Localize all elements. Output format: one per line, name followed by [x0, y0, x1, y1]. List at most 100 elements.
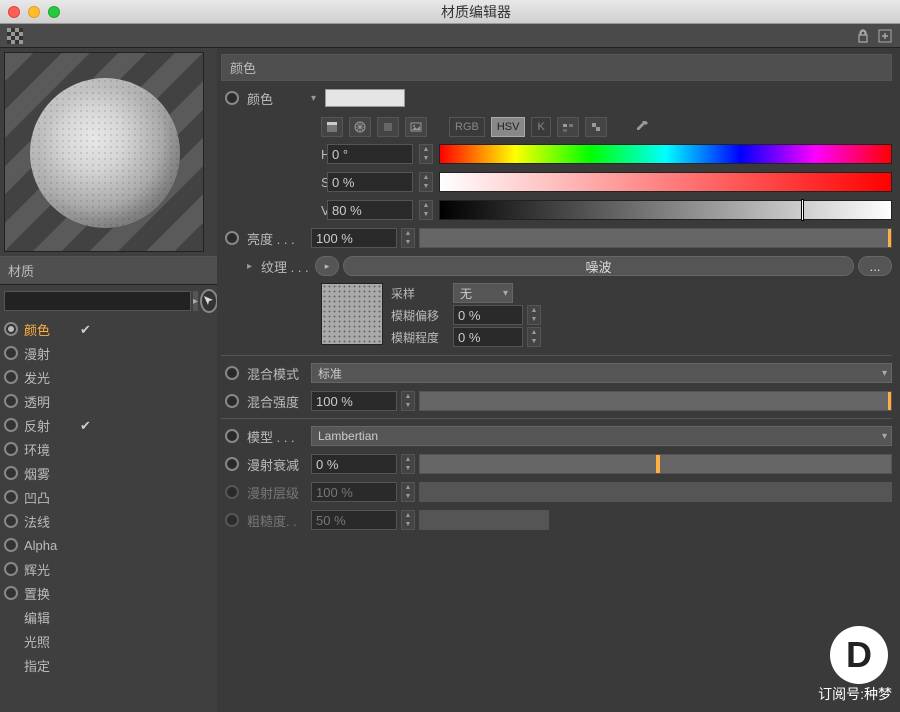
blur-scale-field[interactable]: 0 %: [453, 327, 523, 347]
anim-dot[interactable]: [225, 91, 239, 105]
toolbar: [0, 24, 900, 48]
diffuse-level-spinner: ▲▼: [401, 482, 415, 502]
watermark-logo: D: [830, 626, 888, 684]
lock-icon[interactable]: [854, 27, 872, 45]
roughness-field: 50 %: [311, 510, 397, 530]
s-spinner[interactable]: ▲▼: [419, 172, 433, 192]
channel-normal[interactable]: 法线: [4, 509, 213, 533]
blend-strength-spinner[interactable]: ▲▼: [401, 391, 415, 411]
material-preview[interactable]: [4, 52, 204, 252]
diffuse-level-slider: [419, 482, 892, 502]
h-field[interactable]: 0 °: [327, 144, 413, 164]
square-icon[interactable]: [377, 117, 399, 137]
expand-button[interactable]: ▸: [193, 291, 198, 311]
v-spinner[interactable]: ▲▼: [419, 200, 433, 220]
diffuse-level-field: 100 %: [311, 482, 397, 502]
diffuse-level-label: 漫射层级: [247, 483, 307, 502]
blur-offset-spinner[interactable]: ▲▼: [527, 305, 541, 325]
diffuse-falloff-field[interactable]: 0 %: [311, 454, 397, 474]
channel-alpha[interactable]: Alpha: [4, 533, 213, 557]
blur-scale-label: 模糊程度: [391, 329, 449, 346]
h-spinner[interactable]: ▲▼: [419, 144, 433, 164]
channel-transparency[interactable]: 透明: [4, 389, 213, 413]
texture-preview[interactable]: [321, 283, 383, 345]
check-icon: ✔: [80, 322, 96, 336]
rgb-mode-button[interactable]: RGB: [449, 117, 485, 137]
extra-illumination[interactable]: 光照: [4, 629, 213, 653]
anim-dot[interactable]: [225, 394, 239, 408]
hue-slider[interactable]: [439, 144, 892, 164]
anim-dot[interactable]: [225, 231, 239, 245]
check-icon: ✔: [80, 418, 96, 432]
section-header: 颜色: [221, 54, 892, 81]
blur-offset-field[interactable]: 0 %: [453, 305, 523, 325]
model-label: 模型 . . .: [247, 427, 307, 446]
checker-icon[interactable]: [6, 27, 24, 45]
close-icon[interactable]: [8, 6, 20, 18]
play-button[interactable]: ▸: [315, 256, 339, 276]
diffuse-falloff-spinner[interactable]: ▲▼: [401, 454, 415, 474]
channel-environment[interactable]: 环境: [4, 437, 213, 461]
blur-offset-label: 模糊偏移: [391, 307, 449, 324]
texture-more-button[interactable]: ...: [858, 256, 892, 276]
model-dropdown[interactable]: Lambertian: [311, 426, 892, 446]
material-search-input[interactable]: [4, 291, 191, 311]
brightness-field[interactable]: 100 %: [311, 228, 397, 248]
blur-scale-spinner[interactable]: ▲▼: [527, 327, 541, 347]
k-mode-button[interactable]: K: [531, 117, 550, 137]
material-section-label: 材质: [0, 256, 217, 285]
brightness-slider[interactable]: [419, 228, 892, 248]
blend-strength-slider[interactable]: [419, 391, 892, 411]
roughness-label: 粗糙度. .: [247, 511, 307, 530]
anim-dot[interactable]: [225, 429, 239, 443]
channel-fog[interactable]: 烟雾: [4, 461, 213, 485]
blend-strength-field[interactable]: 100 %: [311, 391, 397, 411]
channel-bump[interactable]: 凹凸: [4, 485, 213, 509]
channel-luminance[interactable]: 发光: [4, 365, 213, 389]
watermark-text: 订阅号:种梦: [818, 684, 892, 704]
add-icon[interactable]: [876, 27, 894, 45]
gradient-icon[interactable]: [321, 117, 343, 137]
texture-label: 纹理 . . .: [261, 257, 311, 276]
channel-displacement[interactable]: 置换: [4, 581, 213, 605]
anim-dot-disabled: [225, 485, 239, 499]
zoom-icon[interactable]: [48, 6, 60, 18]
eyedropper-icon[interactable]: [633, 118, 651, 136]
window-controls: [8, 6, 60, 18]
sidebar: 材质 ▸ 颜色✔ 漫射 发光 透明 反射✔ 环境 烟雾 凹凸 法线 Alpha …: [0, 48, 217, 712]
window-title: 材质编辑器: [60, 2, 892, 22]
sat-slider[interactable]: [439, 172, 892, 192]
expand-icon[interactable]: ▸: [247, 261, 257, 272]
diffuse-falloff-slider[interactable]: [419, 454, 892, 474]
color-swatch[interactable]: [325, 89, 405, 107]
channel-color[interactable]: 颜色✔: [4, 317, 213, 341]
channel-diffuse[interactable]: 漫射: [4, 341, 213, 365]
color-mode-row: RGB HSV K: [221, 113, 892, 141]
val-slider[interactable]: [439, 200, 892, 220]
hsv-mode-button[interactable]: HSV: [491, 117, 526, 137]
h-label: H: [221, 147, 321, 162]
channel-glow[interactable]: 辉光: [4, 557, 213, 581]
brightness-spinner[interactable]: ▲▼: [401, 228, 415, 248]
wheel-icon[interactable]: [349, 117, 371, 137]
swatches-icon[interactable]: [557, 117, 579, 137]
texture-button[interactable]: 噪波: [343, 256, 854, 276]
minimize-icon[interactable]: [28, 6, 40, 18]
picture-icon[interactable]: [405, 117, 427, 137]
collapse-icon[interactable]: ▾: [311, 93, 321, 104]
channel-reflection[interactable]: 反射✔: [4, 413, 213, 437]
anim-dot-disabled: [225, 513, 239, 527]
anim-dot[interactable]: [225, 457, 239, 471]
checker-mini-icon[interactable]: [585, 117, 607, 137]
anim-dot[interactable]: [225, 366, 239, 380]
sampling-dropdown[interactable]: 无: [453, 283, 513, 303]
extra-edit[interactable]: 编辑: [4, 605, 213, 629]
brightness-label: 亮度 . . .: [247, 229, 307, 248]
extra-assign[interactable]: 指定: [4, 653, 213, 677]
v-field[interactable]: 80 %: [327, 200, 413, 220]
s-field[interactable]: 0 %: [327, 172, 413, 192]
s-label: S: [221, 175, 321, 190]
blend-mode-dropdown[interactable]: 标准: [311, 363, 892, 383]
picker-button[interactable]: [200, 289, 218, 313]
properties-panel: 颜色 颜色 ▾ RGB HSV K H 0 ° ▲▼: [217, 48, 900, 712]
